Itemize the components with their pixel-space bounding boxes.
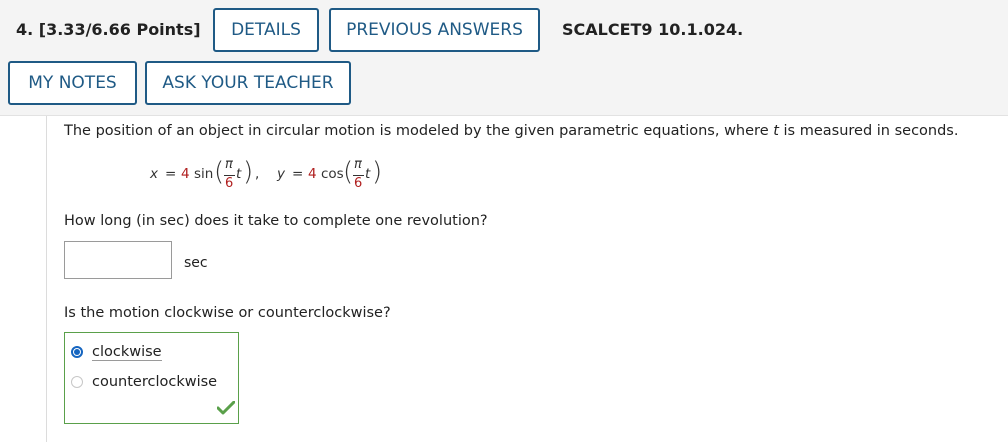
revolution-time-input[interactable]	[64, 241, 172, 279]
question-body: The position of an object in circular mo…	[46, 116, 1008, 442]
part2-prompt: Is the motion clockwise or counterclockw…	[64, 305, 391, 321]
details-button[interactable]: DETAILS	[213, 8, 319, 52]
previous-answers-button[interactable]: PREVIOUS ANSWERS	[329, 8, 540, 52]
option-label[interactable]: clockwise	[92, 344, 162, 361]
my-notes-button[interactable]: MY NOTES	[8, 61, 137, 105]
right-paren: )	[372, 157, 383, 187]
radio-checked-icon[interactable]	[71, 346, 83, 358]
question-points-label: 4. [3.33/6.66 Points]	[16, 20, 201, 39]
right-paren: )	[243, 157, 254, 187]
option-counterclockwise[interactable]: counterclockwise	[71, 372, 217, 392]
question-header: 4. [3.33/6.66 Points] DETAILS PREVIOUS A…	[0, 0, 1008, 116]
ask-teacher-button[interactable]: ASK YOUR TEACHER	[145, 61, 351, 105]
radio-unchecked-icon[interactable]	[71, 376, 83, 388]
unit-label: sec	[184, 255, 208, 271]
direction-choice-group: clockwise counterclockwise	[64, 332, 239, 424]
part1-prompt: How long (in sec) does it take to comple…	[64, 213, 488, 229]
left-paren: (	[343, 157, 354, 187]
left-paren: (	[214, 157, 225, 187]
option-label[interactable]: counterclockwise	[92, 374, 217, 390]
question-intro: The position of an object in circular mo…	[64, 123, 959, 139]
option-clockwise[interactable]: clockwise	[71, 342, 162, 362]
checkmark-icon	[217, 401, 235, 415]
question-source: SCALCET9 10.1.024.	[562, 20, 744, 39]
